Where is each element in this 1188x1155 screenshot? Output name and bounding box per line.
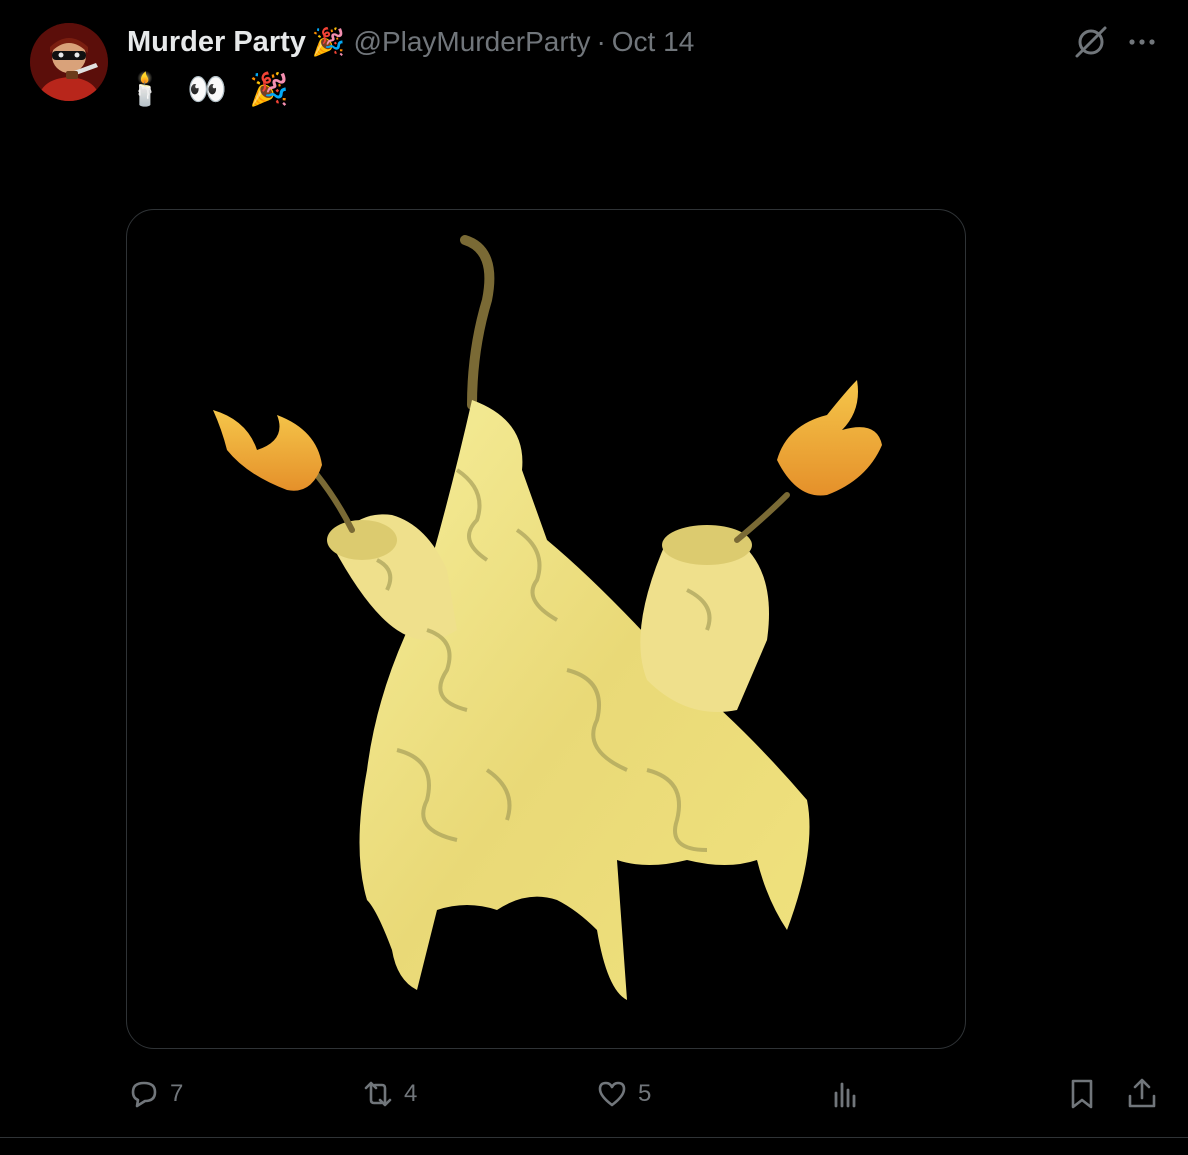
views-icon: [834, 1082, 856, 1108]
bookmark-icon: [1071, 1079, 1093, 1109]
separator: ·: [596, 26, 606, 57]
like-icon: [598, 1081, 626, 1107]
handle[interactable]: @PlayMurderParty: [354, 26, 591, 58]
candle-creature-image: [213, 235, 882, 1000]
like-button[interactable]: 5: [594, 1072, 651, 1116]
repost-icon: [364, 1081, 392, 1107]
reply-button[interactable]: 7: [126, 1072, 183, 1116]
repost-count: 4: [404, 1080, 418, 1107]
share-icon: [1128, 1078, 1156, 1108]
like-count: 5: [638, 1080, 652, 1107]
more-icon[interactable]: [1122, 22, 1162, 62]
tweet-header: Murder Party 🎉 @PlayMurderParty · Oct 14: [127, 22, 694, 62]
bookmark-button[interactable]: [1064, 1072, 1100, 1116]
share-button[interactable]: [1124, 1072, 1160, 1116]
tweet-text: 🕯️ 👀 🎉: [125, 70, 295, 108]
party-popper-emoji: 🎉: [311, 27, 346, 58]
views-button[interactable]: [828, 1072, 864, 1116]
tweet-divider: [0, 1137, 1188, 1138]
avatar[interactable]: [30, 23, 108, 101]
reply-icon: [131, 1081, 157, 1108]
display-name[interactable]: Murder Party: [127, 26, 306, 59]
repost-button[interactable]: 4: [360, 1072, 417, 1116]
timestamp[interactable]: Oct 14: [612, 26, 694, 58]
tweet-media[interactable]: [126, 209, 966, 1049]
avatar-image: [30, 23, 108, 101]
reply-count: 7: [170, 1080, 184, 1107]
grok-icon[interactable]: [1071, 22, 1111, 62]
